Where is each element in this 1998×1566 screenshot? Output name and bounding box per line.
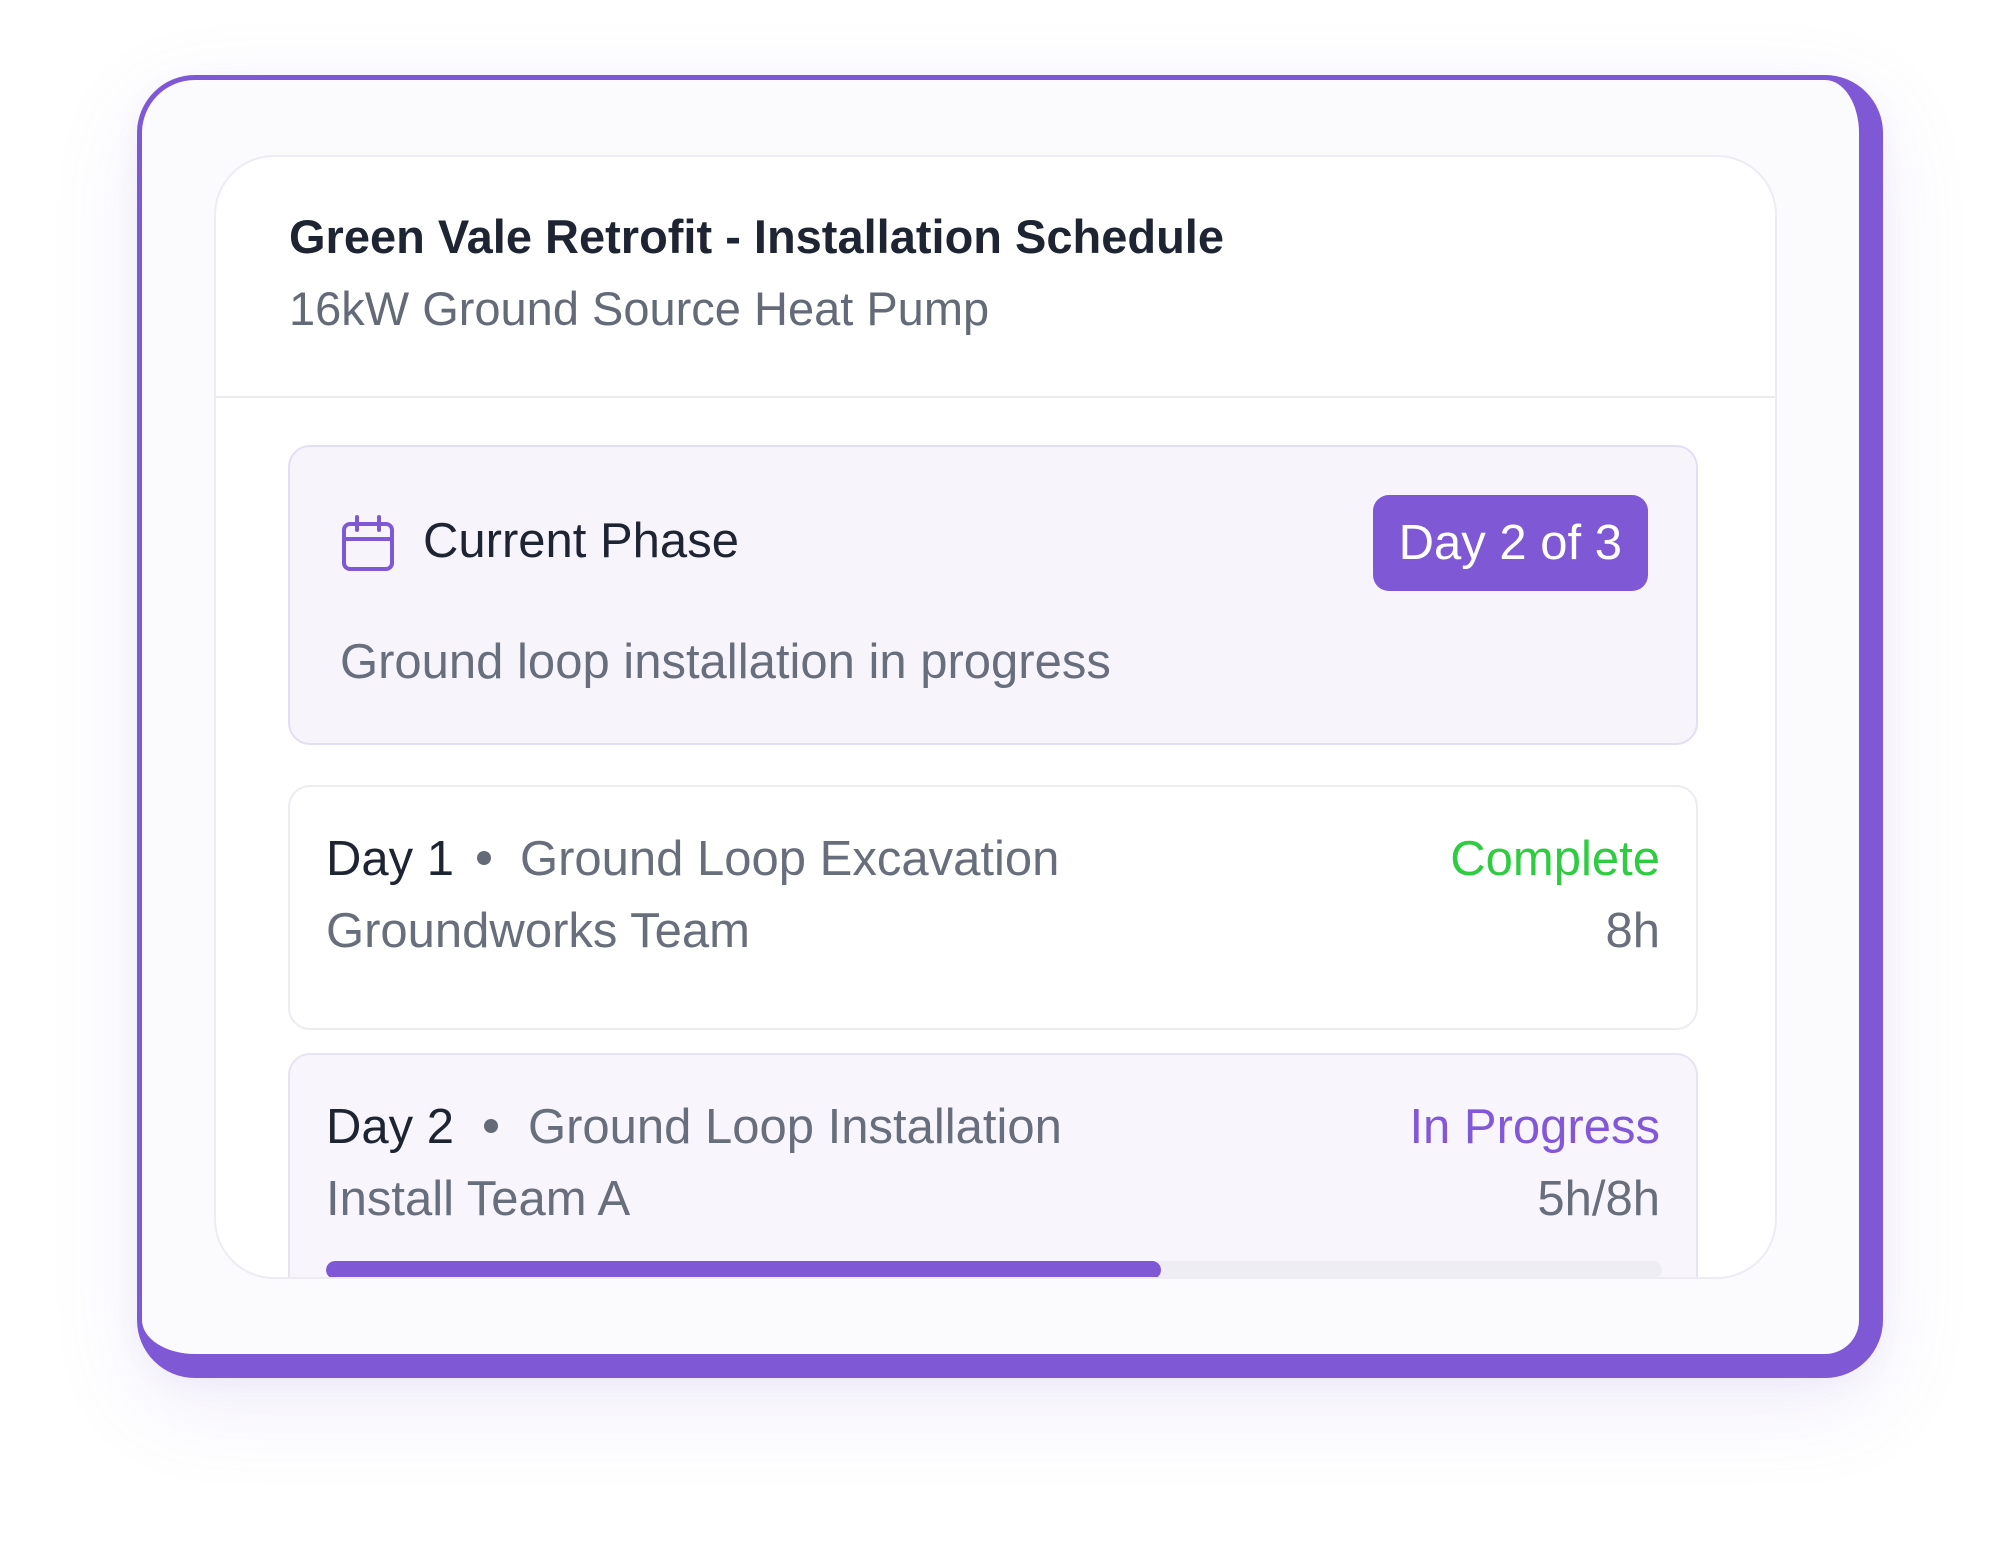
task-day: Day 1 <box>326 832 455 886</box>
card-header: Green Vale Retrofit - Installation Sched… <box>216 157 1775 398</box>
task-name: Ground Loop Excavation <box>520 832 1060 886</box>
task-day: Day 2 <box>326 1100 455 1154</box>
task-hours: 5h/8h <box>1537 1172 1660 1226</box>
phase-label: Current Phase <box>423 514 739 568</box>
schedule-card: Green Vale Retrofit - Installation Sched… <box>214 155 1777 1279</box>
day-badge: Day 2 of 3 <box>1372 495 1648 591</box>
task-hours: 8h <box>1605 904 1660 958</box>
page-subtitle: 16kW Ground Source Heat Pump <box>289 282 990 335</box>
task-team: Install Team A <box>326 1172 631 1226</box>
status-complete: Complete <box>1450 832 1660 886</box>
calendar-icon <box>342 515 394 571</box>
task-name: Ground Loop Installation <box>528 1100 1062 1154</box>
current-phase-panel: Current Phase Day 2 of 3 Ground loop ins… <box>288 445 1698 745</box>
page-title: Green Vale Retrofit - Installation Sched… <box>289 210 1224 263</box>
status-in-progress: In Progress <box>1409 1100 1660 1154</box>
task-row-day-1[interactable]: Day 1 Ground Loop Excavation Groundworks… <box>288 785 1698 1030</box>
separator-dot <box>477 851 491 865</box>
device-frame: Green Vale Retrofit - Installation Sched… <box>137 75 1883 1378</box>
task-team: Groundworks Team <box>326 904 750 958</box>
phase-description: Ground loop installation in progress <box>340 635 1111 689</box>
progress-bar <box>326 1261 1662 1277</box>
progress-bar-fill <box>326 1261 1161 1277</box>
task-row-day-2[interactable]: Day 2 Ground Loop Installation Install T… <box>288 1053 1698 1277</box>
separator-dot <box>484 1119 498 1133</box>
